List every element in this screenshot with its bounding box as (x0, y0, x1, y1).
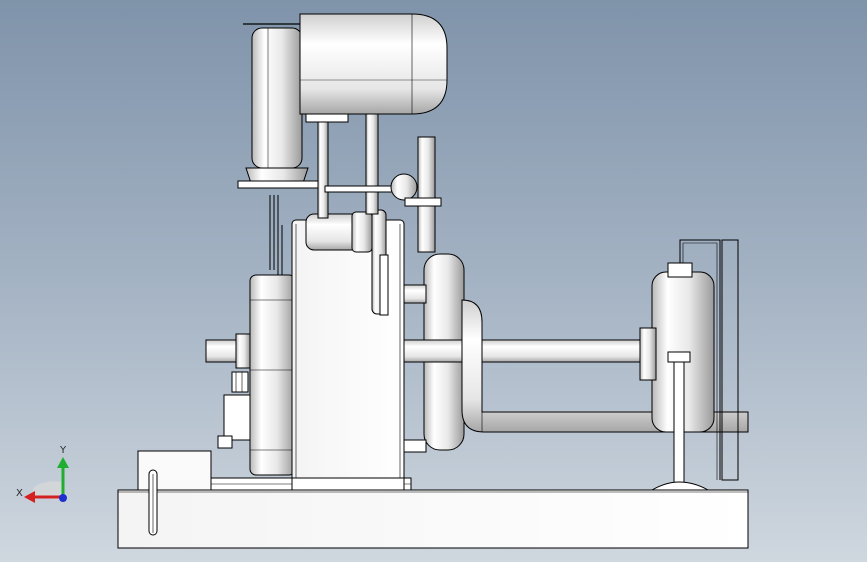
base-plate[interactable] (117, 489, 749, 549)
pressure-gauge[interactable] (390, 173, 418, 201)
z-axis-dot (59, 494, 67, 502)
limit-switch[interactable] (223, 394, 251, 441)
coordinate-triad: Y X (16, 445, 69, 503)
pump-assembly[interactable] (117, 13, 749, 549)
model-view[interactable]: Y X (0, 0, 867, 562)
y-axis-arrow-icon (57, 457, 69, 468)
graphics-viewport[interactable]: Y X (0, 0, 867, 562)
end-housing[interactable] (249, 274, 296, 476)
y-axis-label: Y (59, 445, 67, 456)
discharge-pipe[interactable] (417, 136, 436, 253)
x-axis-arrow-icon (24, 491, 35, 503)
terminal-box[interactable] (667, 262, 693, 278)
main-shaft[interactable] (403, 339, 645, 363)
receiver-tank[interactable] (299, 13, 448, 115)
vertical-tank[interactable] (251, 27, 303, 169)
x-axis-label: X (16, 488, 23, 499)
motor-stand[interactable] (673, 355, 685, 485)
